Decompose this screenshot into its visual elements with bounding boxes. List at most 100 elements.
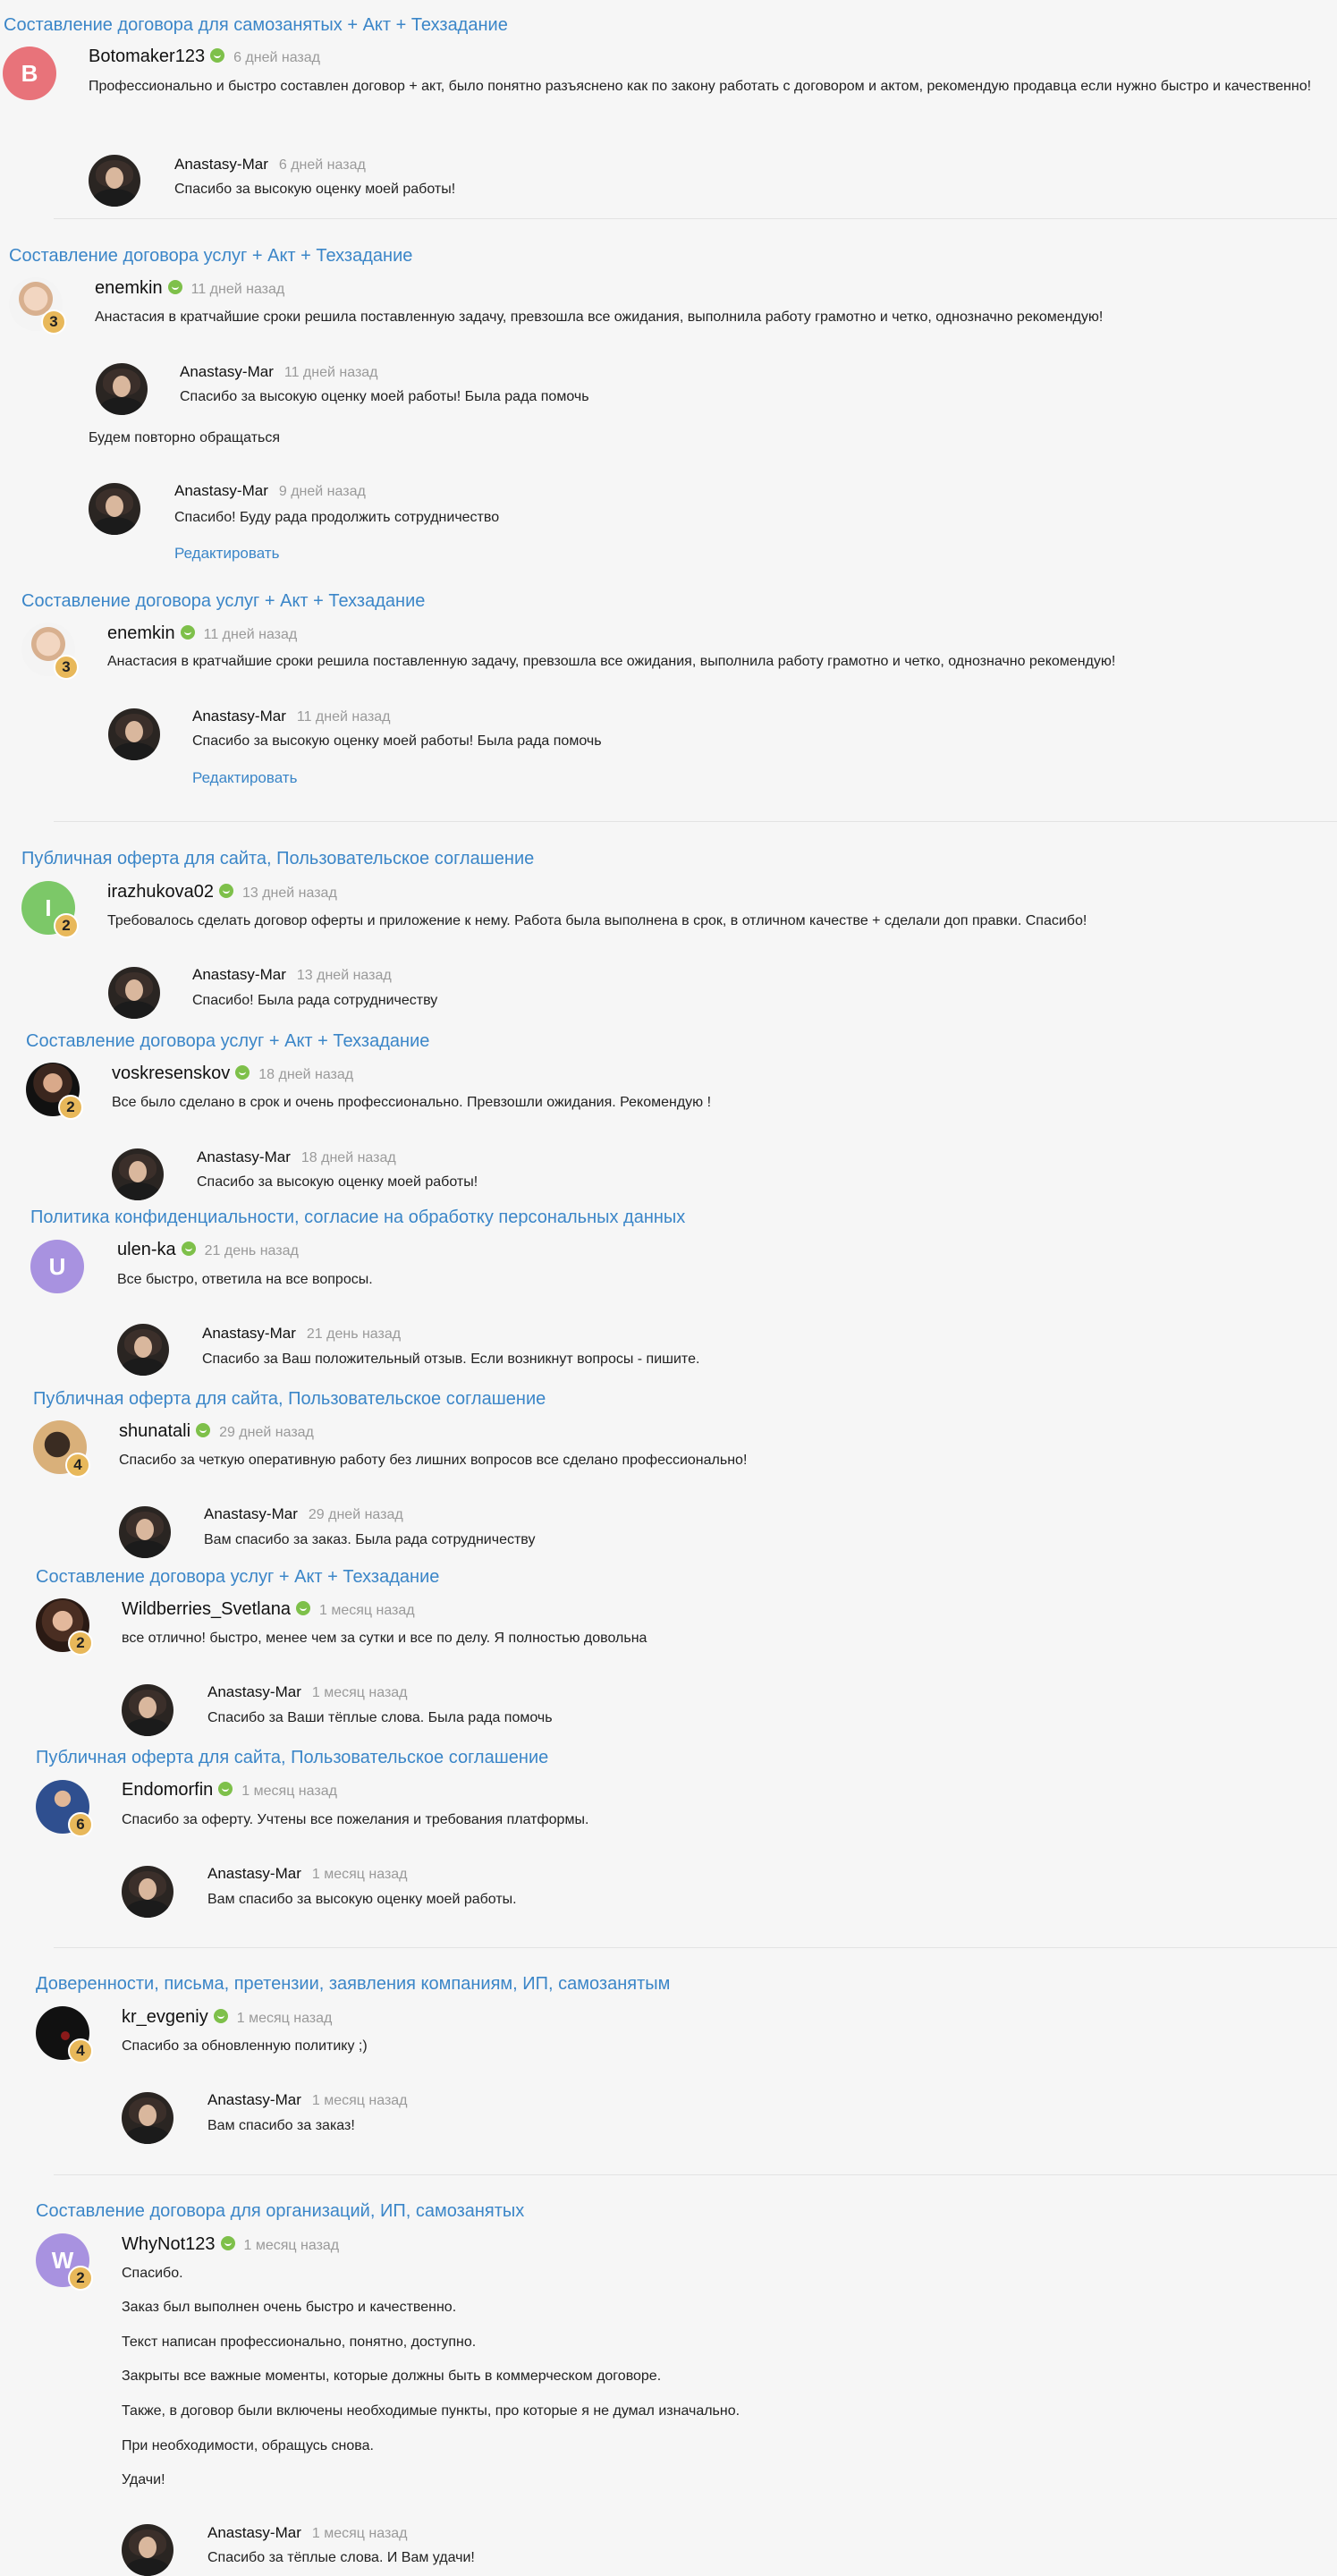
review-author-name[interactable]: kr_evgeniy [122,2007,208,2027]
avatar[interactable]: U [30,1240,84,1293]
level-badge: 2 [68,1631,93,1656]
avatar[interactable]: 4 [33,1420,90,1478]
edit-link[interactable]: Редактировать [174,545,279,563]
reply-header: Anastasy-Mar 1 месяц назад [207,2524,408,2542]
review-author-name[interactable]: Endomorfin [122,1780,213,1800]
reply-text: Спасибо за высокую оценку моей работы! [174,182,456,197]
review-author-name[interactable]: enemkin [107,623,175,643]
seller-name[interactable]: Anastasy-Mar [207,2524,301,2541]
seller-name[interactable]: Anastasy-Mar [202,1325,296,1342]
seller-avatar[interactable] [122,1866,173,1918]
review-title-link[interactable]: Составление договора для самозанятых + А… [4,14,508,36]
seller-name[interactable]: Anastasy-Mar [180,363,274,380]
review-text: Все быстро, ответила на все вопросы. [117,1272,373,1287]
review-title-link[interactable]: Составление договора услуг + Акт + Техза… [36,1566,439,1588]
review-time: 1 месяц назад [243,2238,340,2253]
avatar-letter: B [3,47,56,100]
avatar[interactable]: W 2 [36,2233,93,2291]
review-line: Спасибо. [122,2266,183,2281]
level-badge: 2 [68,2266,93,2291]
review-title-link[interactable]: Составление договора для организаций, ИП… [36,2200,524,2222]
seller-avatar[interactable] [117,1324,169,1376]
review-title-link[interactable]: Публичная оферта для сайта, Пользователь… [21,848,534,869]
review-title-link[interactable]: Публичная оферта для сайта, Пользователь… [33,1388,546,1410]
avatar[interactable]: 2 [36,1598,93,1656]
review-time: 6 дней назад [233,50,320,65]
review-author-name[interactable]: enemkin [95,278,163,298]
review-time: 13 дней назад [241,886,337,901]
review-author: irazhukova02 13 дней назад [107,882,337,902]
review-title-link[interactable]: Составление договора услуг + Акт + Техза… [26,1030,429,1052]
reply-time: 21 день назад [306,1326,402,1342]
avatar[interactable]: 3 [21,623,79,680]
reply-header: Anastasy-Mar 9 дней назад [174,482,366,500]
review-author-name[interactable]: voskresenskov [112,1063,230,1083]
positive-smile-icon [295,1600,310,1615]
avatar[interactable]: I 2 [21,881,79,938]
seller-avatar[interactable] [122,1684,173,1736]
reply-text: Спасибо за Ваш положительный отзыв. Если… [202,1352,700,1367]
review-title-link[interactable]: Составление договора услуг + Акт + Техза… [9,245,412,267]
review-line: Закрыты все важные моменты, которые долж… [122,2368,662,2384]
edit-link[interactable]: Редактировать [192,769,297,787]
positive-smile-icon [218,883,233,898]
review-time: 1 месяц назад [241,1784,337,1799]
avatar[interactable]: 3 [9,277,66,335]
reply-time: 1 месяц назад [311,2526,408,2541]
review-author-name[interactable]: irazhukova02 [107,882,214,902]
avatar[interactable]: 4 [36,2006,93,2063]
review-time: 1 месяц назад [236,2011,333,2026]
seller-name[interactable]: Anastasy-Mar [207,1865,301,1882]
level-badge: 3 [54,655,79,680]
review-text: Анастасия в кратчайшие сроки решила пост… [107,654,1116,669]
reply-time: 11 дней назад [296,709,391,724]
review-author-name[interactable]: Botomaker123 [89,47,205,66]
review-author: WhyNot123 1 месяц назад [122,2234,339,2255]
avatar[interactable]: B [3,47,56,100]
reply-header: Anastasy-Mar 1 месяц назад [207,1865,408,1883]
review-title-link[interactable]: Публичная оферта для сайта, Пользователь… [36,1747,548,1768]
seller-name[interactable]: Anastasy-Mar [197,1148,291,1165]
seller-avatar[interactable] [122,2524,173,2576]
review-time: 29 дней назад [219,1425,314,1440]
seller-avatar[interactable] [108,967,160,1019]
review-author: kr_evgeniy 1 месяц назад [122,2007,332,2028]
review-time: 21 день назад [204,1243,299,1258]
review-title-link[interactable]: Политика конфиденциальности, согласие на… [30,1207,685,1228]
positive-smile-icon [181,1241,196,1256]
seller-avatar[interactable] [108,708,160,760]
seller-avatar[interactable] [89,155,140,207]
review-author-name[interactable]: Wildberries_Svetlana [122,1599,291,1619]
review-author: enemkin 11 дней назад [107,623,297,644]
seller-name[interactable]: Anastasy-Mar [207,2091,301,2108]
seller-avatar[interactable] [119,1506,171,1558]
divider [54,1947,1337,1948]
level-badge: 3 [41,309,66,335]
review-author: Wildberries_Svetlana 1 месяц назад [122,1599,415,1620]
review-author-name[interactable]: ulen-ka [117,1240,176,1259]
seller-name[interactable]: Anastasy-Mar [192,708,286,724]
review-line: Заказ был выполнен очень быстро и качест… [122,2300,457,2315]
review-author: ulen-ka 21 день назад [117,1240,299,1260]
reply-header: Anastasy-Mar 11 дней назад [192,708,391,725]
seller-avatar[interactable] [89,483,140,535]
review-title-link[interactable]: Доверенности, письма, претензии, заявлен… [36,1973,670,1995]
avatar[interactable]: 6 [36,1780,93,1837]
seller-avatar[interactable] [96,363,148,415]
review-author-name[interactable]: WhyNot123 [122,2234,216,2254]
seller-name[interactable]: Anastasy-Mar [207,1683,301,1700]
seller-name[interactable]: Anastasy-Mar [204,1505,298,1522]
review-title-link[interactable]: Составление договора услуг + Акт + Техза… [21,590,425,612]
avatar[interactable]: 2 [26,1063,83,1120]
seller-name[interactable]: Anastasy-Mar [174,156,268,173]
review-text: Все было сделано в срок и очень професси… [112,1095,712,1110]
review-author-name[interactable]: shunatali [119,1421,190,1441]
review-time: 11 дней назад [203,627,298,642]
seller-avatar[interactable] [112,1148,164,1200]
seller-name[interactable]: Anastasy-Mar [192,966,286,983]
avatar-letter: U [30,1240,84,1293]
level-badge: 2 [54,913,79,938]
reply-time: 29 дней назад [308,1507,403,1522]
seller-avatar[interactable] [122,2092,173,2144]
seller-name[interactable]: Anastasy-Mar [174,482,268,499]
